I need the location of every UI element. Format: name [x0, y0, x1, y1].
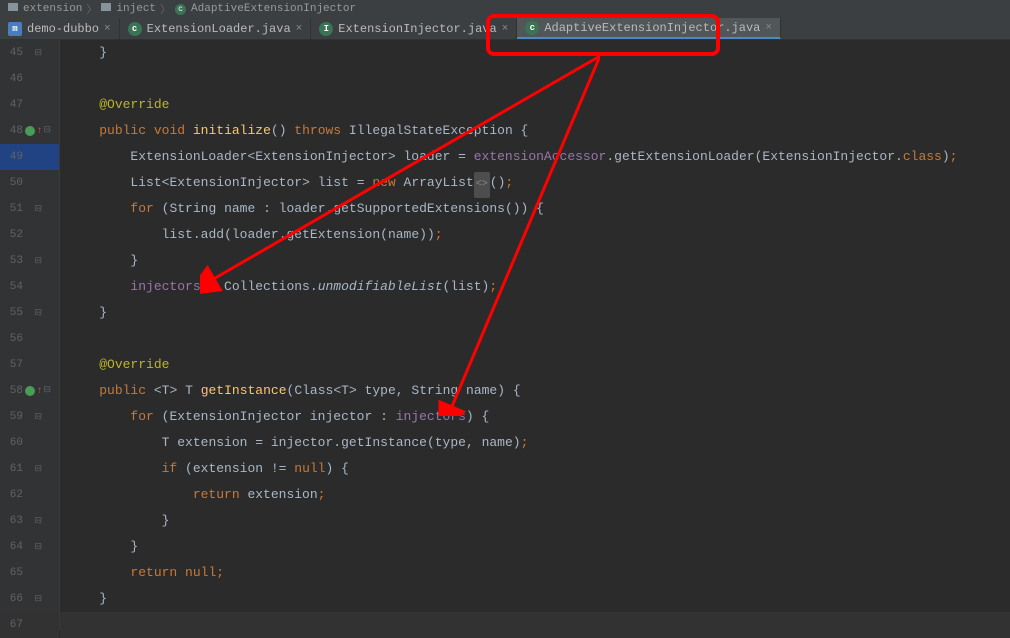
breadcrumb: extension 〉 inject 〉 AdaptiveExtensionIn…	[0, 0, 1010, 18]
up-arrow-icon: ↑	[36, 126, 42, 137]
line-number: 53	[1, 255, 23, 267]
breadcrumb-item[interactable]: AdaptiveExtensionInjector	[175, 3, 356, 15]
chevron-right-icon: 〉	[160, 1, 171, 17]
class-icon: c	[525, 21, 539, 35]
line-number: 51	[1, 203, 23, 215]
fold-marker[interactable]: ⊟	[44, 126, 53, 135]
class-icon	[175, 3, 188, 15]
code-editor[interactable]: } @Override public void initialize() thr…	[60, 40, 1010, 630]
line-number: 61	[1, 463, 23, 475]
override-gutter-icon[interactable]	[25, 126, 35, 136]
up-arrow-icon: ↑	[36, 386, 42, 397]
folder-icon	[101, 3, 113, 15]
line-number: 58	[1, 385, 23, 397]
close-icon[interactable]: ×	[104, 23, 111, 35]
fold-marker[interactable]: ⊟	[44, 386, 53, 395]
line-number: 57	[1, 359, 23, 371]
breadcrumb-item[interactable]: inject	[101, 3, 156, 15]
fold-marker[interactable]: ⊟	[35, 49, 44, 58]
fold-marker[interactable]: ⊟	[35, 413, 44, 422]
chevron-right-icon: 〉	[86, 1, 97, 17]
fold-marker[interactable]: ⊟	[35, 517, 44, 526]
line-number: 49	[1, 151, 23, 163]
class-icon: c	[128, 22, 142, 36]
folder-icon	[8, 3, 20, 15]
line-number: 52	[1, 229, 23, 241]
tab-adaptive-extension-injector[interactable]: c AdaptiveExtensionInjector.java ×	[517, 18, 781, 39]
diamond-hint: <>	[474, 172, 490, 198]
fold-marker[interactable]: ⊟	[35, 257, 44, 266]
editor-tabs: m demo-dubbo × c ExtensionLoader.java × …	[0, 18, 1010, 40]
line-number: 59	[1, 411, 23, 423]
breadcrumb-item[interactable]: extension	[8, 3, 82, 15]
tab-extension-loader[interactable]: c ExtensionLoader.java ×	[120, 18, 312, 39]
line-number: 60	[1, 437, 23, 449]
close-icon[interactable]: ×	[296, 23, 303, 35]
line-number: 62	[1, 489, 23, 501]
fold-marker[interactable]: ⊟	[35, 543, 44, 552]
line-number: 48	[1, 125, 23, 137]
fold-marker[interactable]: ⊟	[35, 205, 44, 214]
fold-marker[interactable]: ⊟	[35, 595, 44, 604]
tab-label: ExtensionLoader.java	[147, 22, 291, 36]
line-number: 67	[1, 619, 23, 631]
interface-icon: I	[319, 22, 333, 36]
line-number: 50	[1, 177, 23, 189]
override-gutter-icon[interactable]	[25, 386, 35, 396]
line-number: 65	[1, 567, 23, 579]
close-icon[interactable]: ×	[765, 22, 772, 34]
fold-marker[interactable]: ⊟	[35, 309, 44, 318]
line-number: 56	[1, 333, 23, 345]
line-number: 66	[1, 593, 23, 605]
module-icon: m	[8, 22, 22, 36]
editor-area: 45⊟ 46 47 48↑⊟ 49 50 51⊟ 52 53⊟ 54 55⊟ 5…	[0, 40, 1010, 630]
fold-marker[interactable]: ⊟	[35, 465, 44, 474]
tab-label: AdaptiveExtensionInjector.java	[544, 21, 760, 35]
line-number: 54	[1, 281, 23, 293]
line-number: 46	[1, 73, 23, 85]
line-number: 47	[1, 99, 23, 111]
line-number: 55	[1, 307, 23, 319]
tab-demo-dubbo[interactable]: m demo-dubbo ×	[0, 18, 120, 39]
tab-extension-injector[interactable]: I ExtensionInjector.java ×	[311, 18, 517, 39]
line-number: 45	[1, 47, 23, 59]
gutter: 45⊟ 46 47 48↑⊟ 49 50 51⊟ 52 53⊟ 54 55⊟ 5…	[0, 40, 60, 630]
close-icon[interactable]: ×	[502, 23, 509, 35]
line-number: 63	[1, 515, 23, 527]
tab-label: ExtensionInjector.java	[338, 22, 496, 36]
tab-label: demo-dubbo	[27, 22, 99, 36]
line-number: 64	[1, 541, 23, 553]
